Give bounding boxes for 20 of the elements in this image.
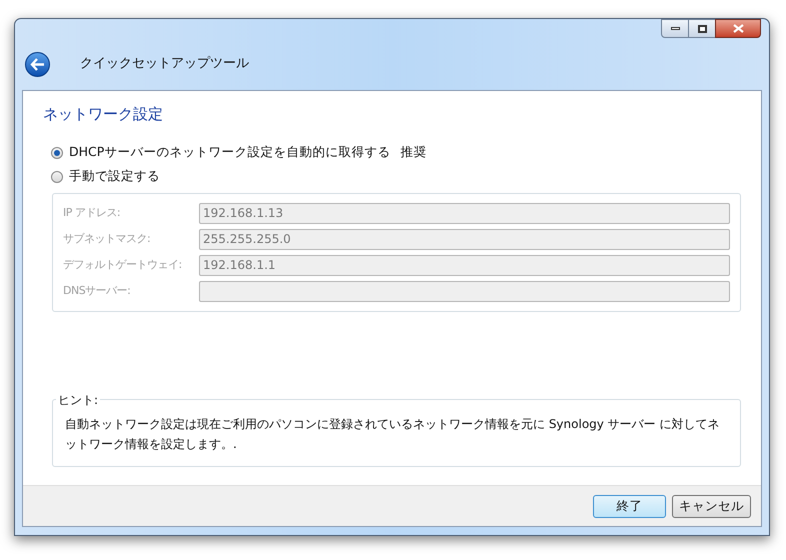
close-icon xyxy=(732,24,744,33)
back-arrow-icon xyxy=(30,58,45,70)
field-label: DNSサーバー: xyxy=(63,282,132,299)
hint-text: 自動ネットワーク設定は現在ご利用のパソコンに登録されているネットワーク情報を元に Synology サーバー に対してネットワーク情報を設定します。. xyxy=(65,416,721,453)
radio-label: DHCPサーバーのネットワーク設定を自動的に取得する xyxy=(69,143,390,162)
window-title: クイックセットアップツール xyxy=(80,55,249,74)
radio-label: 手動で設定する xyxy=(69,167,160,186)
field-label: サブネットマスク: xyxy=(63,230,152,247)
back-button[interactable] xyxy=(25,52,50,76)
recommended-label: 推奨 xyxy=(400,143,426,162)
field-label: デフォルトゲートウェイ: xyxy=(63,256,183,273)
field-label: IP アドレス: xyxy=(63,204,122,221)
dialog-button[interactable]: キャンセル xyxy=(672,494,751,518)
minimize-button[interactable] xyxy=(661,19,689,38)
maximize-button[interactable] xyxy=(689,19,715,38)
radio-button[interactable] xyxy=(51,146,63,158)
radio-button[interactable] xyxy=(51,170,63,182)
close-button[interactable] xyxy=(715,19,761,38)
dialog-button[interactable]: 終了 xyxy=(593,494,666,518)
page-heading: ネットワーク設定 xyxy=(43,104,164,125)
